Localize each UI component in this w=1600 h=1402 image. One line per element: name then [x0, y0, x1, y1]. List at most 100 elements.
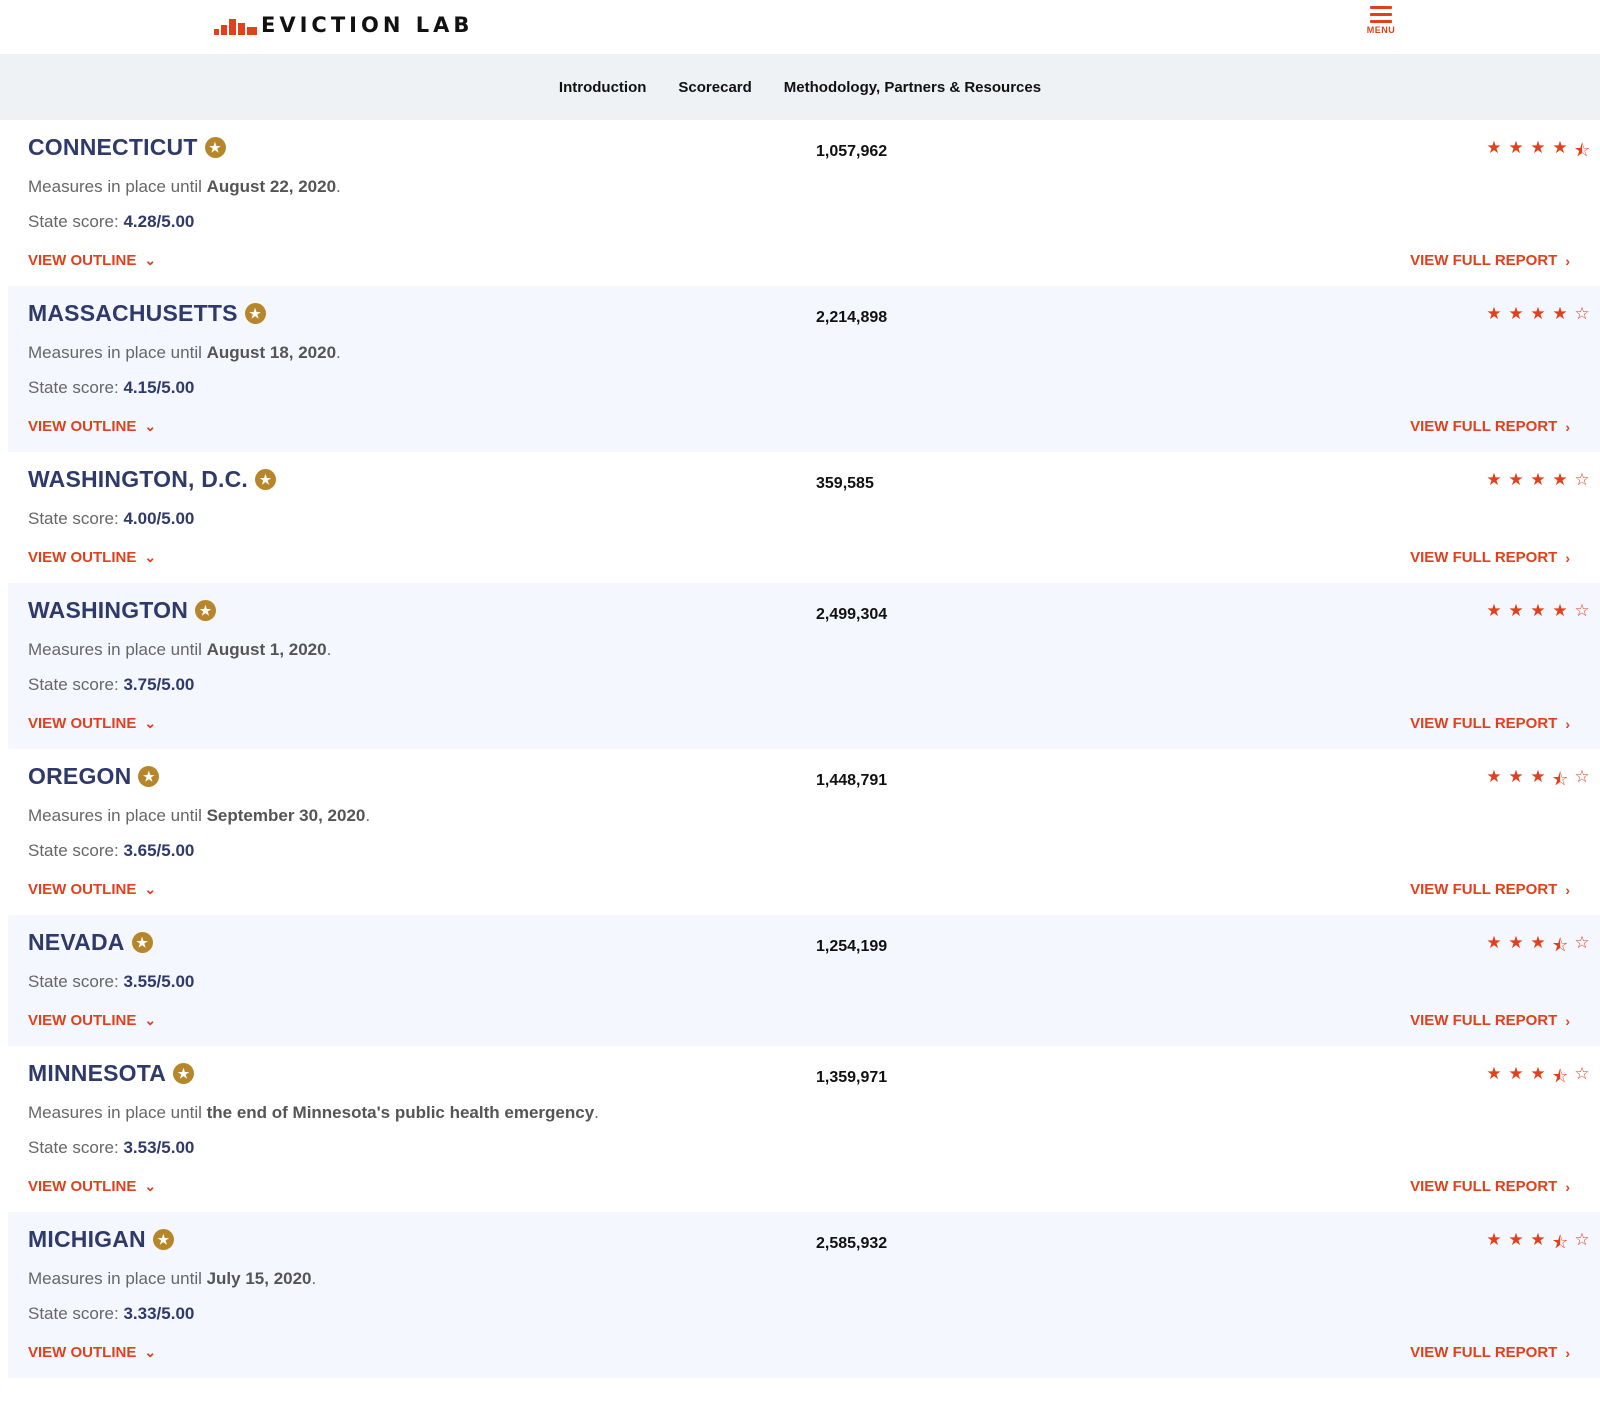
- view-outline-button[interactable]: VIEW OUTLINE ⌄: [28, 1012, 156, 1029]
- view-full-report-label: VIEW FULL REPORT: [1410, 252, 1558, 269]
- view-outline-label: VIEW OUTLINE: [28, 1178, 137, 1195]
- state-name-text: MINNESOTA: [28, 1060, 167, 1086]
- star-full-icon: ★: [1552, 601, 1568, 620]
- eviction-lab-logo[interactable]: EVICTION LAB: [214, 12, 473, 38]
- star-badge-icon: ★: [152, 1229, 174, 1250]
- star-full-icon: ★: [1552, 304, 1568, 323]
- star-empty-icon: ☆: [1574, 1230, 1590, 1249]
- star-full-icon: ★: [1486, 767, 1502, 786]
- score-label: State score:: [28, 972, 119, 991]
- star-rating: ★ ★ ★ ⯪ ☆: [1483, 1064, 1593, 1093]
- view-full-report-link[interactable]: VIEW FULL REPORT ›: [1410, 252, 1570, 269]
- star-empty-icon: ☆: [1574, 933, 1590, 952]
- chevron-right-icon: ›: [1565, 715, 1570, 732]
- menu-button[interactable]: MENU: [1363, 6, 1399, 35]
- score-value: 3.75/5.00: [123, 675, 195, 694]
- star-full-icon: ★: [1530, 470, 1546, 489]
- measures-line: Measures in place until September 30, 20…: [28, 806, 371, 825]
- score-label: State score:: [28, 1138, 119, 1157]
- measures-date: August 1, 2020: [206, 640, 327, 659]
- star-full-icon: ★: [1530, 138, 1546, 157]
- chevron-right-icon: ›: [1565, 418, 1570, 435]
- state-name[interactable]: WASHINGTON ★: [28, 597, 217, 624]
- state-name[interactable]: WASHINGTON, D.C. ★: [28, 466, 277, 493]
- chevron-right-icon: ›: [1565, 252, 1570, 269]
- star-full-icon: ★: [1508, 304, 1524, 323]
- chevron-right-icon: ›: [1565, 881, 1570, 898]
- chevron-down-icon: ⌄: [144, 715, 157, 731]
- measures-date: the end of Minnesota's public health eme…: [206, 1103, 595, 1122]
- star-full-icon: ★: [1530, 601, 1546, 620]
- star-badge-icon: ★: [131, 932, 153, 953]
- star-full-icon: ★: [1508, 1230, 1524, 1249]
- star-full-icon: ★: [1530, 1230, 1546, 1249]
- view-full-report-link[interactable]: VIEW FULL REPORT ›: [1410, 1344, 1570, 1361]
- view-outline-button[interactable]: VIEW OUTLINE ⌄: [28, 715, 156, 732]
- star-full-icon: ★: [1486, 304, 1502, 323]
- state-name[interactable]: OREGON ★: [28, 763, 160, 790]
- star-empty-icon: ☆: [1574, 470, 1590, 489]
- view-full-report-link[interactable]: VIEW FULL REPORT ›: [1410, 1012, 1570, 1029]
- score-value: 3.33/5.00: [123, 1304, 195, 1323]
- score-label: State score:: [28, 841, 119, 860]
- measures-prefix: Measures in place until: [28, 1269, 207, 1288]
- score-value: 3.53/5.00: [123, 1138, 195, 1157]
- view-outline-button[interactable]: VIEW OUTLINE ⌄: [28, 252, 156, 269]
- state-score-line: State score: 3.65/5.00: [28, 841, 194, 861]
- star-half-icon: ⯪: [1551, 936, 1569, 955]
- star-full-icon: ★: [1552, 470, 1568, 489]
- chevron-down-icon: ⌄: [144, 252, 157, 268]
- star-full-icon: ★: [1486, 1230, 1502, 1249]
- star-badge-icon: ★: [138, 766, 160, 787]
- view-full-report-label: VIEW FULL REPORT: [1410, 418, 1558, 435]
- star-full-icon: ★: [1508, 470, 1524, 489]
- state-row: WASHINGTON ★ 2,499,304 ★ ★ ★ ★ ☆ Measures in pla…: [8, 583, 1600, 749]
- star-full-icon: ★: [1508, 1064, 1524, 1083]
- view-full-report-link[interactable]: VIEW FULL REPORT ›: [1410, 549, 1570, 566]
- chevron-down-icon: ⌄: [144, 1012, 157, 1028]
- view-outline-button[interactable]: VIEW OUTLINE ⌄: [28, 1178, 156, 1195]
- logo-text: EVICTION LAB: [261, 13, 474, 37]
- state-name[interactable]: MASSACHUSETTS ★: [28, 300, 266, 327]
- renter-count: 1,254,199: [816, 938, 888, 955]
- renter-count: 2,499,304: [816, 606, 888, 623]
- measures-date: July 15, 2020: [206, 1269, 312, 1288]
- measures-date: September 30, 2020: [206, 806, 366, 825]
- state-name-text: OREGON: [28, 763, 132, 789]
- view-full-report-link[interactable]: VIEW FULL REPORT ›: [1410, 881, 1570, 898]
- view-outline-button[interactable]: VIEW OUTLINE ⌄: [28, 418, 156, 435]
- view-full-report-link[interactable]: VIEW FULL REPORT ›: [1410, 1178, 1570, 1195]
- star-half-icon: ⯪: [1551, 1233, 1569, 1252]
- chevron-down-icon: ⌄: [144, 881, 157, 897]
- star-full-icon: ★: [1486, 470, 1502, 489]
- star-badge-icon: ★: [173, 1063, 195, 1084]
- score-label: State score:: [28, 378, 119, 397]
- star-full-icon: ★: [1486, 601, 1502, 620]
- renter-count: 1,448,791: [816, 772, 888, 789]
- view-full-report-label: VIEW FULL REPORT: [1410, 1178, 1558, 1195]
- subnav-methodology[interactable]: Methodology, Partners & Resources: [784, 79, 1041, 96]
- subnav-scorecard[interactable]: Scorecard: [678, 79, 751, 96]
- view-full-report-link[interactable]: VIEW FULL REPORT ›: [1410, 418, 1570, 435]
- state-name[interactable]: NEVADA ★: [28, 929, 153, 956]
- star-half-icon: ⯪: [1551, 1067, 1569, 1086]
- view-outline-button[interactable]: VIEW OUTLINE ⌄: [28, 549, 156, 566]
- view-full-report-link[interactable]: VIEW FULL REPORT ›: [1410, 715, 1570, 732]
- subnav-introduction[interactable]: Introduction: [559, 79, 646, 96]
- state-row: OREGON ★ 1,448,791 ★ ★ ★ ⯪ ☆ Measures in place u…: [8, 749, 1600, 915]
- star-full-icon: ★: [1530, 304, 1546, 323]
- star-half-icon: ⯪: [1551, 770, 1569, 789]
- sub-navigation: Introduction Scorecard Methodology, Part…: [0, 54, 1600, 120]
- state-name[interactable]: MINNESOTA ★: [28, 1060, 195, 1087]
- state-name-text: WASHINGTON, D.C.: [28, 466, 249, 492]
- measures-date: August 22, 2020: [206, 177, 337, 196]
- state-name[interactable]: CONNECTICUT ★: [28, 134, 226, 161]
- view-outline-button[interactable]: VIEW OUTLINE ⌄: [28, 1344, 156, 1361]
- chevron-right-icon: ›: [1565, 549, 1570, 566]
- score-label: State score:: [28, 1304, 119, 1323]
- measures-date: August 18, 2020: [206, 343, 337, 362]
- view-outline-button[interactable]: VIEW OUTLINE ⌄: [28, 881, 156, 898]
- star-empty-icon: ☆: [1574, 601, 1590, 620]
- state-name-text: MICHIGAN: [28, 1226, 146, 1252]
- state-name[interactable]: MICHIGAN ★: [28, 1226, 174, 1253]
